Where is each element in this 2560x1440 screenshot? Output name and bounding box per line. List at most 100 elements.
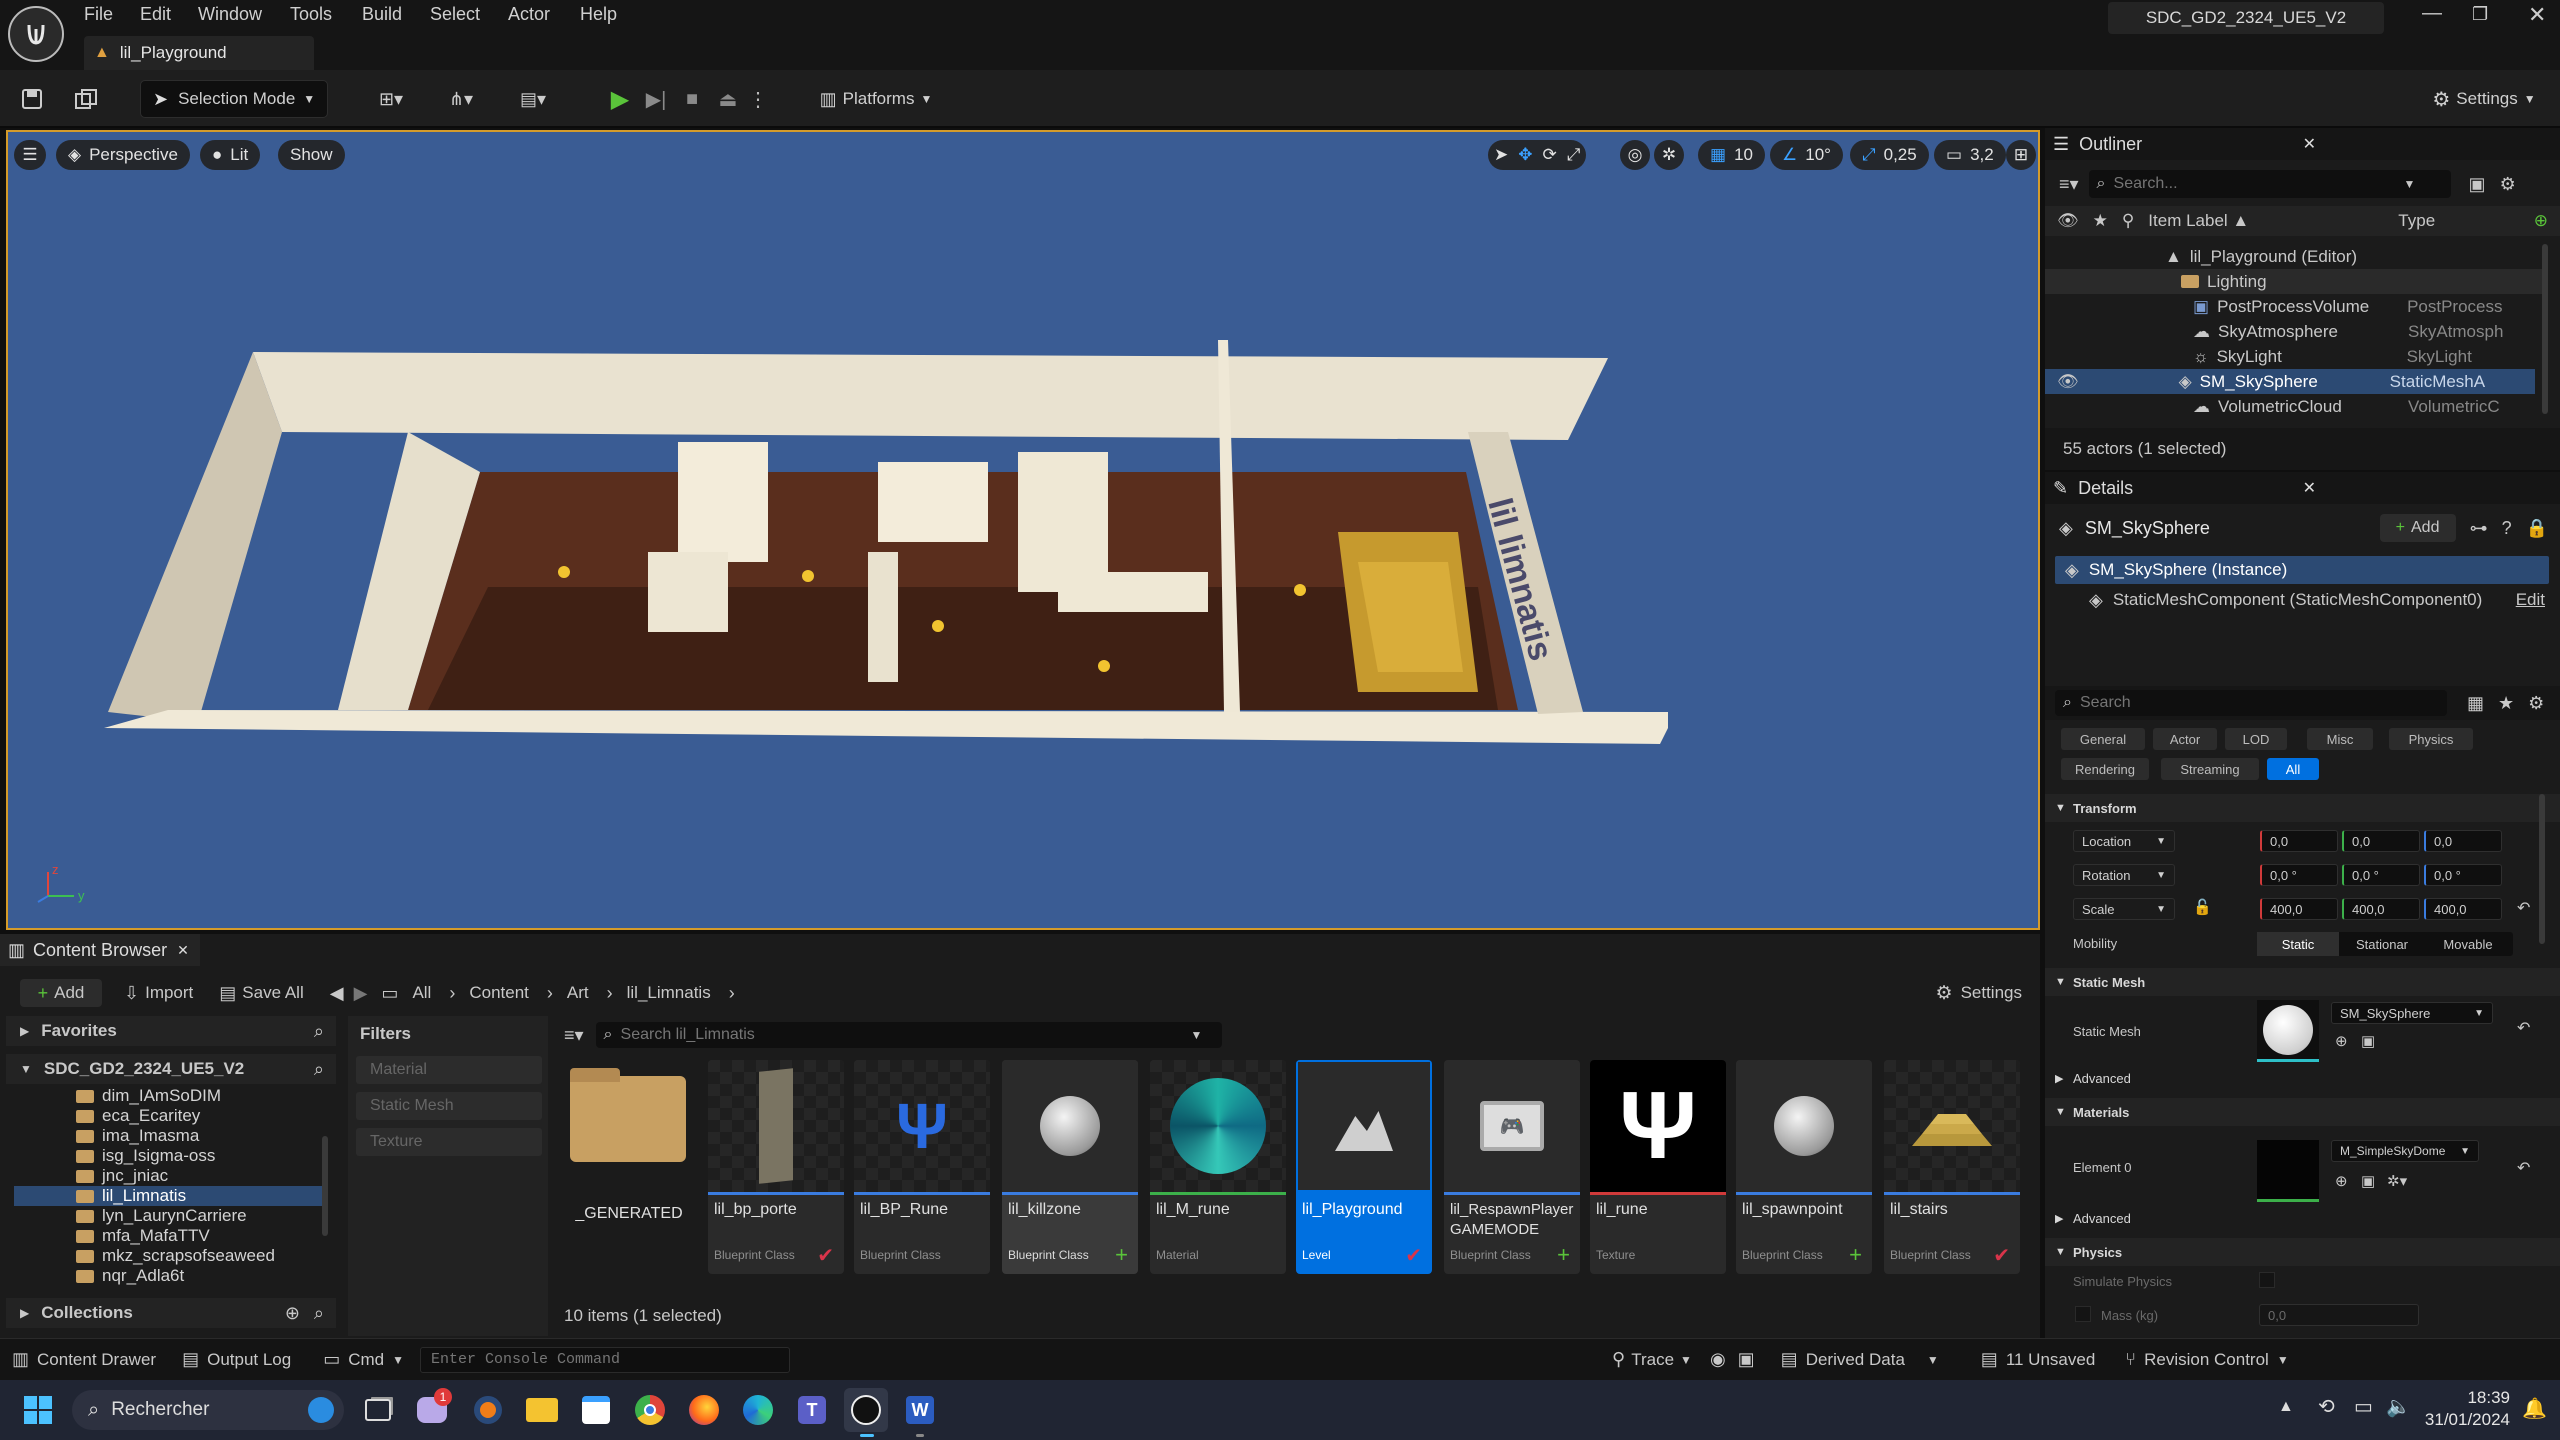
breadcrumb-lil-limnatis[interactable]: lil_Limnatis [627,983,711,1003]
play-options-icon[interactable]: ⋮ [746,80,770,118]
tray-display-icon[interactable]: ▭ [2354,1394,2373,1419]
breadcrumb-content[interactable]: Content [469,983,529,1003]
scale-y-field[interactable]: 400,0 [2342,898,2420,920]
static-mesh-section-header[interactable]: ▼ Static Mesh [2045,968,2560,996]
close-tab-icon[interactable]: ✕ [2303,478,2316,498]
import-button[interactable]: ⇩ Import [124,983,193,1004]
filter-icon[interactable]: ≡▾ [2059,174,2079,195]
save-icon[interactable] [12,80,52,118]
table-view-icon[interactable]: ▦ [2467,693,2484,714]
restore-icon[interactable]: ❐ [2472,4,2488,25]
teams-chat-icon[interactable]: 1 [410,1388,454,1432]
firefox-icon[interactable] [682,1388,726,1432]
eye-icon[interactable]: 👁 [2057,372,2079,392]
minimize-icon[interactable]: — [2422,2,2442,25]
unreal-logo-icon[interactable] [8,6,64,62]
rotation-x-field[interactable]: 0,0 ° [2260,864,2338,886]
column-item-label[interactable]: Item Label ▲ [2148,211,2398,231]
asset-tile-selected[interactable]: lil_Playground Level ✔ [1296,1060,1432,1274]
use-selected-icon[interactable]: ▣ [2361,1172,2375,1190]
filter-material[interactable]: Material [356,1056,542,1084]
add-folder-icon[interactable]: ▣ [2469,174,2486,195]
windows-start-icon[interactable] [16,1388,60,1432]
tray-volume-icon[interactable]: 🔈 [2386,1394,2411,1419]
level-viewport[interactable]: ☰ ◈ Perspective ● Lit Show ➤ ✥ ⟳ ⤢ ◎ ✲ ▦… [6,130,2040,930]
unreal-taskbar-icon[interactable] [844,1388,888,1432]
edge-icon[interactable] [736,1388,780,1432]
menu-window[interactable]: Window [198,4,262,25]
outliner-row[interactable]: ☁ SkyAtmosphere SkyAtmosph [2045,319,2545,344]
material-thumbnail[interactable] [2257,1140,2319,1202]
selection-mode-dropdown[interactable]: ➤ Selection Mode ▼ [140,80,328,118]
derived-data-dropdown[interactable]: ▤ Derived Data ▼ [1781,1349,1939,1370]
forward-icon[interactable]: ▶ [354,983,368,1004]
folder-item[interactable]: mkz_scrapsofseaweed [76,1246,275,1266]
menu-select[interactable]: Select [430,4,480,25]
eject-icon[interactable]: ⏏ [710,80,746,118]
browse-icon[interactable] [66,80,106,118]
trace-dropdown[interactable]: ⚲ Trace ▼ [1612,1349,1692,1370]
asset-tile[interactable]: lil_spawnpoint Blueprint Class + [1736,1060,1872,1274]
search-icon[interactable]: ⌕ [314,1059,324,1080]
ms-store-icon[interactable] [574,1388,618,1432]
filter-rendering[interactable]: Rendering [2061,758,2149,780]
gear-icon[interactable]: ⚙ [2500,174,2516,195]
scale-dropdown[interactable]: Scale ▼ [2073,898,2175,920]
menu-tools[interactable]: Tools [290,4,332,25]
notification-bell-icon[interactable]: 🔔 [2522,1396,2547,1421]
scale-x-field[interactable]: 400,0 [2260,898,2338,920]
favorites-header[interactable]: ▶ Favorites ⌕ [6,1016,336,1046]
asset-tile-folder[interactable]: _GENERATED [560,1060,696,1274]
level-tab[interactable]: ▲ lil_Playground [84,36,314,70]
asset-tile[interactable]: lil_M_rune Material [1150,1060,1286,1274]
settings-dropdown[interactable]: ⚙ Settings ▼ [2418,80,2550,118]
rotation-y-field[interactable]: 0,0 ° [2342,864,2420,886]
sources-scrollbar[interactable] [322,1136,328,1236]
task-view-icon[interactable] [356,1388,400,1432]
add-component-button[interactable]: + Add [2379,514,2456,542]
filter-general[interactable]: General [2061,728,2145,750]
folder-item[interactable]: ima_Imasma [76,1126,199,1146]
word-icon[interactable]: W [898,1388,942,1432]
reset-icon[interactable]: ↶ [2517,1158,2530,1178]
favorite-icon[interactable]: ★ [2498,693,2514,714]
outliner-search-input[interactable] [2113,175,2404,193]
file-explorer-icon[interactable] [520,1388,564,1432]
lock-icon[interactable]: 🔒 [2526,518,2548,539]
materials-section-header[interactable]: ▼ Materials [2045,1098,2560,1126]
unsaved-button[interactable]: ▤ 11 Unsaved [1981,1349,2095,1370]
static-mesh-dropdown[interactable]: SM_SkySphere ▼ [2331,1002,2493,1024]
simulate-physics-checkbox[interactable] [2259,1272,2275,1288]
asset-tile[interactable]: lil_bp_porte Blueprint Class ✔ [708,1060,844,1274]
record-icon[interactable]: ◉ [1710,1349,1726,1370]
taskbar-search[interactable]: ⌕ Rechercher [72,1390,344,1430]
menu-help[interactable]: Help [580,4,617,25]
folder-item[interactable]: eca_Ecaritey [76,1106,200,1126]
asset-tile[interactable]: lil_stairs Blueprint Class ✔ [1884,1060,2020,1274]
asset-search[interactable]: ⌕ ▼ [595,1022,1222,1048]
revision-control-dropdown[interactable]: ⑂ Revision Control ▼ [2125,1349,2288,1370]
folder-browse-icon[interactable]: ▭ [381,983,398,1004]
material-dropdown[interactable]: M_SimpleSkyDome ▼ [2331,1140,2479,1162]
outliner-row-selected[interactable]: 👁 ◈ SM_SkySphere StaticMeshA [2045,369,2535,394]
browse-to-asset-icon[interactable]: ⊕ [2335,1172,2348,1190]
menu-file[interactable]: File [84,4,113,25]
folder-item[interactable]: nqr_Adla6t [76,1266,184,1286]
cinematics-icon[interactable]: ▤▾ [506,80,560,118]
folder-item-selected[interactable]: lil_Limnatis [14,1186,322,1206]
advanced-section-header[interactable]: ▶ Advanced [2045,1204,2560,1232]
outliner-row[interactable]: ☼ SkyLight SkyLight [2045,344,2545,369]
add-actor-icon[interactable]: ⊞▾ [366,80,416,118]
location-dropdown[interactable]: Location ▼ [2073,830,2175,852]
asset-tile[interactable]: 🎮 lil_RespawnPlayer GAMEMODE Blueprint C… [1444,1060,1580,1274]
menu-actor[interactable]: Actor [508,4,550,25]
blueprints-icon[interactable]: ⋔▾ [434,80,488,118]
teams-icon[interactable]: T [790,1388,834,1432]
filter-actor[interactable]: Actor [2153,728,2217,750]
gear-icon[interactable]: ⚙ [2528,693,2544,714]
save-all-button[interactable]: ▤ Save All [219,983,303,1004]
outliner-row-folder[interactable]: Lighting [2045,269,2545,294]
reset-icon[interactable]: ↶ [2517,1018,2530,1038]
project-root-header[interactable]: ▼ SDC_GD2_2324_UE5_V2 ⌕ [6,1054,336,1084]
close-window-icon[interactable]: ✕ [2528,2,2546,28]
